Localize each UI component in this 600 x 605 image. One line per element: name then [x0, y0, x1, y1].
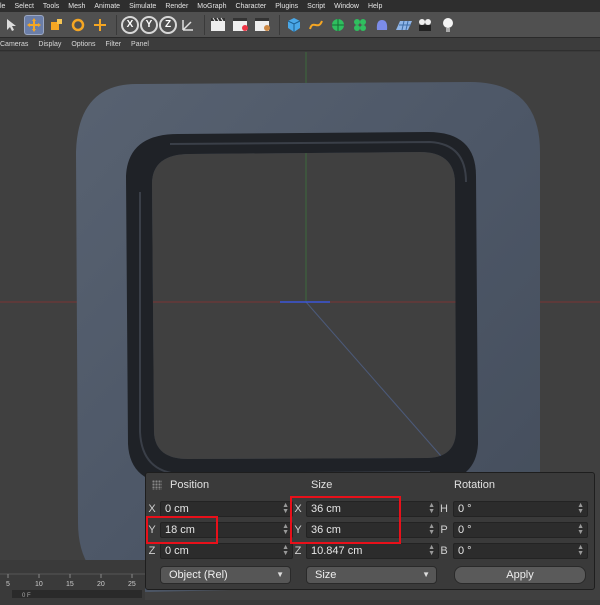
menu-tools[interactable]: Tools — [43, 3, 59, 10]
toolbar-separator — [116, 14, 117, 35]
deformer-icon[interactable] — [372, 15, 392, 35]
scale-tool-icon[interactable] — [46, 15, 66, 35]
timeline-tick-label: 20 — [97, 581, 105, 588]
camera-icon[interactable] — [416, 15, 436, 35]
rotation-p-label: P — [440, 524, 448, 536]
live-select-icon[interactable] — [2, 15, 22, 35]
size-header: Size — [311, 479, 333, 491]
rotation-b-field[interactable]: 0 ° ▲ ▼ — [453, 543, 588, 559]
rotation-h-label: H — [440, 503, 448, 515]
position-x-value: 0 cm — [165, 503, 189, 515]
world-coordinates-icon[interactable] — [178, 15, 198, 35]
timeline-tick-label: 5 — [6, 581, 10, 588]
panel-grip-icon[interactable] — [152, 480, 162, 490]
rotation-b-value: 0 ° — [458, 545, 472, 557]
mesh-inner-rim — [126, 132, 478, 484]
stepper-icon[interactable]: ▲ ▼ — [577, 502, 584, 515]
stepper-icon[interactable]: ▲ ▼ — [428, 523, 435, 536]
rim-highlight — [139, 140, 467, 476]
menu-script[interactable]: Script — [307, 3, 325, 10]
rotation-h-field[interactable]: 0 ° ▲ ▼ — [453, 501, 588, 517]
timeline-scrollbar[interactable] — [12, 590, 142, 598]
viewport-menu: Cameras Display Options Filter Panel — [0, 38, 600, 51]
axis-x-icon[interactable]: X — [121, 15, 139, 34]
viewport-menu-display[interactable]: Display — [38, 41, 61, 48]
position-header: Position — [170, 479, 210, 491]
menu-help[interactable]: Help — [368, 3, 382, 10]
stepper-icon[interactable]: ▲ ▼ — [428, 502, 435, 515]
viewport-menu-cameras[interactable]: Cameras — [0, 41, 28, 48]
menu-window[interactable]: Window — [334, 3, 359, 10]
render-view-icon[interactable] — [209, 15, 229, 35]
position-z-label: Z — [148, 545, 156, 557]
timeline-ruler: 5 10 15 20 25 0 F — [0, 573, 145, 599]
rotate-tool-icon[interactable] — [68, 15, 88, 35]
chevron-down-icon: ▼ — [276, 570, 284, 579]
z-axis-line — [305, 301, 456, 473]
cube-icon[interactable] — [284, 15, 304, 35]
menu-simulate[interactable]: Simulate — [129, 3, 156, 10]
timeline-frame: 0 F — [22, 593, 31, 599]
menu-plugins[interactable]: Plugins — [275, 3, 298, 10]
stepper-icon[interactable]: ▲ ▼ — [282, 544, 289, 557]
timeline-tick-label: 10 — [35, 581, 43, 588]
axis-y-icon[interactable]: Y — [140, 15, 158, 34]
rotation-b-label: B — [440, 545, 448, 557]
menu-select[interactable]: Select — [14, 3, 33, 10]
rotation-header: Rotation — [454, 479, 495, 491]
coordinate-manager: Position Size Rotation X 0 cm ▲ ▼ Y 18 cm ▲… — [145, 472, 595, 590]
spline-pen-icon[interactable] — [306, 15, 326, 35]
coordinate-mode-dropdown[interactable]: Object (Rel) ▼ — [160, 566, 291, 584]
toolbar: X Y Z — [0, 12, 600, 38]
render-settings-icon[interactable] — [253, 15, 273, 35]
stepper-icon[interactable]: ▲ ▼ — [428, 544, 435, 557]
menu-render[interactable]: Render — [165, 3, 188, 10]
size-mode-value: Size — [315, 569, 337, 581]
subdivision-surface-icon[interactable] — [328, 15, 348, 35]
render-picture-icon[interactable] — [231, 15, 251, 35]
viewport-menu-panel[interactable]: Panel — [131, 41, 149, 48]
timeline[interactable]: 5 10 15 20 25 0 F — [0, 560, 145, 600]
stepper-icon[interactable]: ▲ ▼ — [577, 523, 584, 536]
size-z-field[interactable]: 10.847 cm ▲ ▼ — [306, 543, 439, 559]
move-tool-icon[interactable] — [24, 14, 44, 35]
transform-tool-icon[interactable] — [90, 15, 110, 35]
stepper-icon[interactable]: ▲ ▼ — [282, 502, 289, 515]
size-z-label: Z — [294, 545, 302, 557]
menu-character[interactable]: Character — [235, 3, 266, 10]
position-x-field[interactable]: 0 cm ▲ ▼ — [160, 501, 293, 517]
stepper-icon[interactable]: ▲ ▼ — [577, 544, 584, 557]
size-mode-dropdown[interactable]: Size ▼ — [306, 566, 437, 584]
chevron-down-icon: ▼ — [422, 570, 430, 579]
rotation-h-value: 0 ° — [458, 503, 472, 515]
position-z-field[interactable]: 0 cm ▲ ▼ — [160, 543, 293, 559]
floor-grid-icon[interactable] — [394, 15, 414, 35]
menu-animate[interactable]: Animate — [94, 3, 120, 10]
position-z-value: 0 cm — [165, 545, 189, 557]
rotation-p-field[interactable]: 0 ° ▲ ▼ — [453, 522, 588, 538]
light-bulb-icon[interactable] — [438, 15, 458, 35]
size-z-value: 10.847 cm — [311, 545, 363, 557]
rotation-p-value: 0 ° — [458, 524, 472, 536]
viewport-menu-filter[interactable]: Filter — [105, 41, 121, 48]
stepper-icon[interactable]: ▲ ▼ — [282, 523, 289, 536]
coordinate-mode-value: Object (Rel) — [169, 569, 228, 581]
timeline-tick-label: 15 — [66, 581, 74, 588]
array-icon[interactable] — [350, 15, 370, 35]
toolbar-separator — [279, 14, 280, 35]
highlight-size-xy — [290, 496, 401, 544]
timeline-tick-label: 25 — [128, 581, 136, 588]
highlight-position-y — [146, 516, 218, 544]
toolbar-separator — [204, 14, 205, 35]
apply-button[interactable]: Apply — [454, 566, 586, 584]
axis-z-icon[interactable]: Z — [159, 15, 177, 34]
menu-bar: le Select Tools Mesh Animate Simulate Re… — [0, 0, 600, 12]
menu-mesh[interactable]: Mesh — [68, 3, 85, 10]
position-x-label: X — [148, 503, 156, 515]
viewport-menu-options[interactable]: Options — [71, 41, 95, 48]
menu-file[interactable]: le — [0, 3, 5, 10]
menu-mograph[interactable]: MoGraph — [197, 3, 226, 10]
